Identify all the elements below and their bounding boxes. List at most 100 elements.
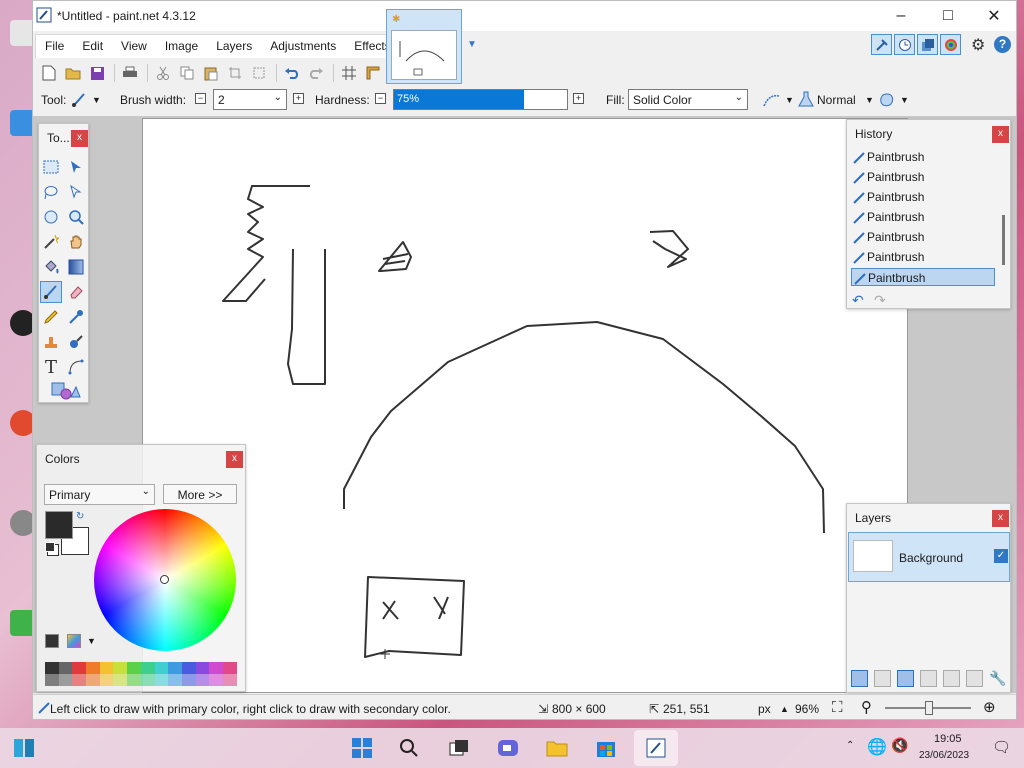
paintnet-taskbar-icon[interactable] (634, 730, 678, 766)
paste-icon[interactable] (200, 63, 222, 83)
ruler-icon[interactable] (362, 63, 384, 83)
zoom-slider[interactable] (885, 701, 971, 715)
palette-swatch[interactable] (45, 674, 59, 686)
blend-mode-value[interactable]: Normal (817, 93, 856, 107)
history-item-selected[interactable]: Paintbrush (851, 268, 995, 286)
close-tools-panel-button[interactable]: x (71, 130, 88, 147)
notifications-icon[interactable]: 🗨 (992, 738, 1011, 756)
move-layer-down-icon[interactable] (966, 670, 983, 687)
chevron-down-icon[interactable]: ▼ (87, 636, 96, 646)
text-tool-icon[interactable]: T (40, 356, 62, 378)
palette-swatch[interactable] (45, 662, 59, 674)
palette-swatch[interactable] (154, 662, 169, 674)
zoom-icon[interactable] (65, 206, 87, 228)
eraser-icon[interactable] (65, 281, 87, 303)
palette-swatch[interactable] (181, 674, 196, 686)
zoom-slider-thumb[interactable] (925, 701, 933, 715)
zoom-out-icon[interactable]: ⚲ (861, 698, 872, 716)
palette-swatch[interactable] (86, 674, 100, 686)
tools-toggle-button[interactable] (871, 34, 892, 55)
help-icon[interactable]: ? (994, 36, 1011, 53)
cut-icon[interactable] (152, 63, 174, 83)
hardness-slider[interactable]: 75% (393, 89, 568, 110)
paint-bucket-icon[interactable] (40, 256, 62, 278)
network-globe-icon[interactable]: 🌐 (867, 737, 887, 757)
blend-flask-icon[interactable] (798, 91, 814, 108)
chevron-down-icon[interactable]: ▼ (900, 95, 909, 105)
brush-width-input[interactable]: 2 ⌄ (213, 89, 287, 110)
move-layer-up-icon[interactable] (943, 670, 960, 687)
pan-hand-icon[interactable] (65, 231, 87, 253)
redo-icon[interactable] (305, 63, 327, 83)
search-icon[interactable] (397, 736, 421, 760)
increase-hardness-button[interactable]: + (573, 93, 584, 104)
palette-swatch[interactable] (127, 662, 141, 674)
color-wheel[interactable] (94, 509, 236, 651)
palette-swatch[interactable] (58, 674, 73, 686)
menu-view[interactable]: View (112, 35, 156, 59)
history-item[interactable]: Paintbrush (851, 148, 995, 166)
chevron-up-icon[interactable]: ⌃ (846, 740, 854, 751)
color-wheel-handle[interactable] (160, 575, 169, 584)
delete-layer-icon[interactable] (874, 670, 891, 687)
palette-swatch[interactable] (209, 674, 223, 686)
palette-swatch[interactable] (195, 662, 210, 674)
chevron-up-icon[interactable]: ▲ (780, 704, 789, 714)
task-view-icon[interactable] (447, 736, 471, 760)
close-button[interactable]: ✕ (971, 1, 1016, 31)
chevron-down-icon[interactable]: ▼ (865, 95, 874, 105)
palette-swatch[interactable] (154, 674, 169, 686)
swap-colors-icon[interactable]: ↻ (76, 511, 84, 522)
teams-chat-icon[interactable] (496, 736, 520, 760)
close-layers-panel-button[interactable]: x (992, 510, 1009, 527)
crop-icon[interactable] (224, 63, 246, 83)
menu-layers[interactable]: Layers (207, 35, 261, 59)
add-layer-icon[interactable] (851, 670, 868, 687)
redo-icon[interactable]: ↷ (874, 292, 886, 309)
magic-wand-icon[interactable] (40, 231, 62, 253)
pencil-icon[interactable] (40, 306, 62, 328)
history-item[interactable]: Paintbrush (851, 208, 995, 226)
print-icon[interactable] (119, 63, 141, 83)
paintbrush-tool-icon[interactable] (40, 281, 62, 303)
chevron-down-icon[interactable]: ▼ (92, 95, 101, 105)
undo-icon[interactable]: ↶ (852, 292, 864, 309)
palette-swatch[interactable] (140, 662, 155, 674)
palette-swatch[interactable] (58, 662, 73, 674)
drawing-canvas[interactable] (142, 118, 908, 693)
microsoft-store-icon[interactable] (594, 736, 618, 760)
color-picker-icon[interactable] (65, 306, 87, 328)
menu-image[interactable]: Image (156, 35, 207, 59)
widgets-icon[interactable] (12, 736, 36, 760)
palette-add-icon[interactable] (45, 634, 59, 648)
undo-icon[interactable] (281, 63, 303, 83)
deselect-icon[interactable] (248, 63, 270, 83)
antialiasing-icon[interactable] (763, 92, 781, 108)
settings-gear-icon[interactable]: ⚙ (971, 35, 985, 55)
clock-time[interactable]: 19:05 (934, 733, 962, 745)
palette-swatch[interactable] (113, 662, 128, 674)
history-scrollbar[interactable] (1002, 215, 1005, 265)
chevron-down-icon[interactable]: ▼ (467, 39, 477, 50)
maximize-button[interactable]: □ (925, 1, 971, 31)
palette-menu-icon[interactable] (67, 634, 81, 648)
selection-mode-icon[interactable] (879, 92, 895, 108)
layer-properties-wrench-icon[interactable]: 🔧 (989, 670, 1006, 687)
chevron-down-icon[interactable]: ▼ (785, 95, 794, 105)
line-curve-icon[interactable] (65, 356, 87, 378)
unit-selector[interactable]: px (758, 702, 771, 716)
recolor-icon[interactable] (65, 331, 87, 353)
history-toggle-button[interactable] (894, 34, 915, 55)
clone-stamp-icon[interactable] (40, 331, 62, 353)
primary-color-swatch[interactable] (45, 511, 73, 539)
duplicate-layer-icon[interactable] (897, 670, 914, 687)
gradient-icon[interactable] (65, 256, 87, 278)
clock-date[interactable]: 23/06/2023 (919, 750, 969, 761)
palette-swatch[interactable] (72, 662, 87, 674)
history-item[interactable]: Paintbrush (851, 168, 995, 186)
palette-swatch[interactable] (209, 662, 223, 674)
color-mode-dropdown[interactable]: Primary ⌄ (44, 484, 155, 505)
palette-swatch[interactable] (99, 662, 114, 674)
close-history-panel-button[interactable]: x (992, 126, 1009, 143)
history-item[interactable]: Paintbrush (851, 228, 995, 246)
